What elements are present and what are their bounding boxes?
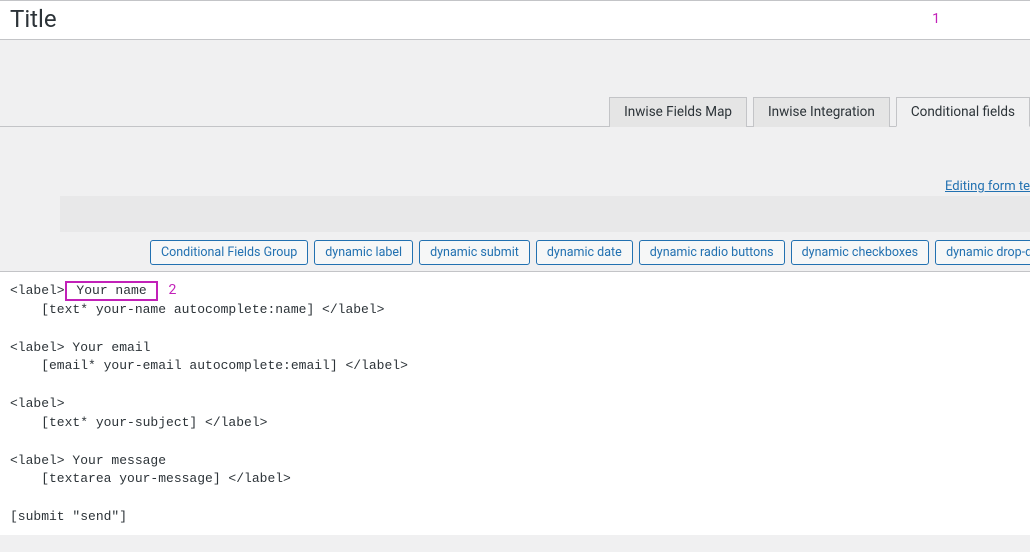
code-line: <label> Your email: [10, 340, 150, 355]
code-line: [email* your-email autocomplete:email] <…: [10, 358, 408, 373]
editing-form-template-link[interactable]: Editing form te: [945, 179, 1030, 194]
tag-btn-dynamic-label[interactable]: dynamic label: [314, 240, 413, 265]
tag-btn-dynamic-radio[interactable]: dynamic radio buttons: [639, 240, 785, 265]
tab-inwise-integration[interactable]: Inwise Integration: [753, 97, 890, 127]
tag-btn-conditional-fields-group[interactable]: Conditional Fields Group: [150, 240, 308, 265]
tag-btn-dynamic-checkboxes[interactable]: dynamic checkboxes: [791, 240, 929, 265]
helper-link-row: Editing form te: [0, 127, 1030, 196]
annotation-marker-2: 2: [168, 282, 176, 298]
code-line: [text* your-name autocomplete:name] </la…: [10, 302, 384, 317]
code-line: <label>: [10, 396, 65, 411]
tab-inwise-fields-map[interactable]: Inwise Fields Map: [609, 97, 747, 127]
tag-generator-row: Conditional Fields Group dynamic label d…: [0, 232, 1030, 271]
tab-conditional-fields[interactable]: Conditional fields: [896, 97, 1030, 127]
form-template-editor[interactable]: <label> Your name 2 [text* your-name aut…: [0, 271, 1030, 535]
code-line: [submit "send"]: [10, 509, 127, 524]
page-title: Title: [10, 5, 57, 33]
tab-bar-wrap: Inwise Fields Map Inwise Integration Con…: [0, 96, 1030, 127]
code-line: [text* your-subject] </label>: [10, 415, 267, 430]
code-line: <label> Your message: [10, 453, 166, 468]
tag-btn-dynamic-submit[interactable]: dynamic submit: [419, 240, 530, 265]
title-bar: Title 1: [0, 0, 1030, 40]
code-line: <label>: [10, 283, 65, 298]
tab-bar: Inwise Fields Map Inwise Integration Con…: [0, 96, 1030, 126]
tag-btn-dynamic-date[interactable]: dynamic date: [536, 240, 633, 265]
toolbar-strip: [60, 196, 1030, 232]
tag-btn-dynamic-dropdown[interactable]: dynamic drop-down menu: [935, 240, 1030, 265]
annotation-marker-1: 1: [932, 11, 1020, 27]
highlighted-your-name: Your name: [65, 281, 159, 301]
code-line: [textarea your-message] </label>: [10, 471, 291, 486]
